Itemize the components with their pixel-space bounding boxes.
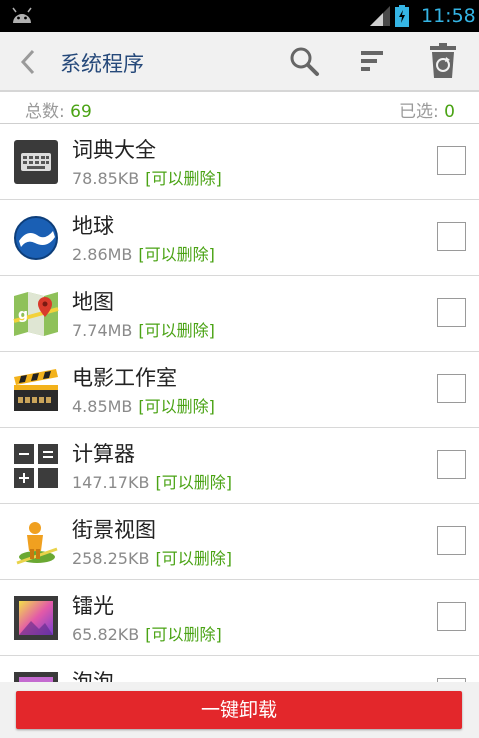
- app-name: 计算器: [72, 442, 135, 466]
- list-item[interactable]: 街景视图 258.25KB [可以删除]: [0, 504, 479, 580]
- list-item[interactable]: 泡泡: [0, 656, 479, 682]
- bottom-bar: 一键卸载: [0, 682, 479, 738]
- app-size: 147.17KB: [72, 473, 150, 492]
- app-removable-tag: [可以删除]: [155, 549, 232, 568]
- maps-icon: g: [13, 291, 59, 337]
- status-bar: 11:58: [0, 0, 479, 32]
- select-checkbox[interactable]: [437, 146, 466, 175]
- recycle-bin-icon[interactable]: [430, 43, 456, 83]
- app-meta: 147.17KB [可以删除]: [72, 469, 232, 493]
- select-checkbox[interactable]: [437, 222, 466, 251]
- app-removable-tag: [可以删除]: [145, 169, 222, 188]
- app-size: 65.82KB: [72, 625, 140, 644]
- app-name: 词典大全: [72, 138, 156, 162]
- clapperboard-icon: [13, 367, 59, 413]
- app-size: 78.85KB: [72, 169, 140, 188]
- list-item[interactable]: g 地图 7.74MB [可以删除]: [0, 276, 479, 352]
- app-removable-tag: [可以删除]: [138, 321, 215, 340]
- gallery-icon: [13, 595, 59, 641]
- app-removable-tag: [可以删除]: [145, 625, 222, 644]
- app-removable-tag: [可以删除]: [155, 473, 232, 492]
- select-checkbox[interactable]: [437, 602, 466, 631]
- app-size: 2.86MB: [72, 245, 133, 264]
- app-name: 地图: [72, 290, 114, 314]
- summary-bar: 总数: 69 已选: 0: [0, 92, 479, 124]
- selected-value: 0: [444, 102, 455, 122]
- app-size: 4.85MB: [72, 397, 133, 416]
- battery-icon: [395, 5, 409, 31]
- app-list[interactable]: 词典大全 78.85KB [可以删除] 地球 2.86MB [可以删除] g 地…: [0, 124, 479, 682]
- select-checkbox[interactable]: [437, 298, 466, 327]
- bubbles-icon: [13, 671, 59, 682]
- app-meta: 2.86MB [可以删除]: [72, 241, 215, 265]
- android-icon: [10, 7, 34, 29]
- select-checkbox[interactable]: [437, 374, 466, 403]
- list-item[interactable]: 地球 2.86MB [可以删除]: [0, 200, 479, 276]
- app-name: 地球: [72, 214, 114, 238]
- app-meta: 7.74MB [可以删除]: [72, 317, 215, 341]
- signal-icon: [370, 6, 390, 30]
- app-name: 镭光: [72, 594, 114, 618]
- earth-icon: [13, 215, 59, 261]
- keyboard-icon: [13, 139, 59, 185]
- street-view-icon: [13, 519, 59, 565]
- app-size: 7.74MB: [72, 321, 133, 340]
- page-title: 系统程序: [60, 52, 144, 76]
- selected-count: 已选: 0: [399, 97, 455, 122]
- list-item[interactable]: 电影工作室 4.85MB [可以删除]: [0, 352, 479, 428]
- action-bar: 系统程序: [0, 32, 479, 92]
- select-checkbox[interactable]: [437, 450, 466, 479]
- app-name: 泡泡: [72, 670, 114, 682]
- list-item[interactable]: 词典大全 78.85KB [可以删除]: [0, 124, 479, 200]
- svg-text:g: g: [18, 307, 28, 323]
- list-item[interactable]: 镭光 65.82KB [可以删除]: [0, 580, 479, 656]
- select-checkbox[interactable]: [437, 526, 466, 555]
- app-removable-tag: [可以删除]: [138, 245, 215, 264]
- app-size: 258.25KB: [72, 549, 150, 568]
- total-value: 69: [70, 102, 92, 122]
- one-click-uninstall-button[interactable]: 一键卸载: [16, 691, 462, 729]
- app-meta: 258.25KB [可以删除]: [72, 545, 232, 569]
- app-meta: 4.85MB [可以删除]: [72, 393, 215, 417]
- list-item[interactable]: 计算器 147.17KB [可以删除]: [0, 428, 479, 504]
- app-meta: 65.82KB [可以删除]: [72, 621, 222, 645]
- app-name: 电影工作室: [72, 366, 177, 390]
- status-clock: 11:58: [421, 5, 476, 27]
- app-name: 街景视图: [72, 518, 156, 542]
- sort-icon[interactable]: [359, 48, 385, 78]
- app-removable-tag: [可以删除]: [138, 397, 215, 416]
- search-icon[interactable]: [288, 45, 320, 81]
- calculator-icon: [13, 443, 59, 489]
- total-label: 总数:: [25, 102, 65, 122]
- back-chevron-icon[interactable]: [18, 49, 38, 79]
- app-meta: 78.85KB [可以删除]: [72, 165, 222, 189]
- selected-label: 已选:: [399, 102, 439, 122]
- total-count: 总数: 69: [25, 97, 92, 122]
